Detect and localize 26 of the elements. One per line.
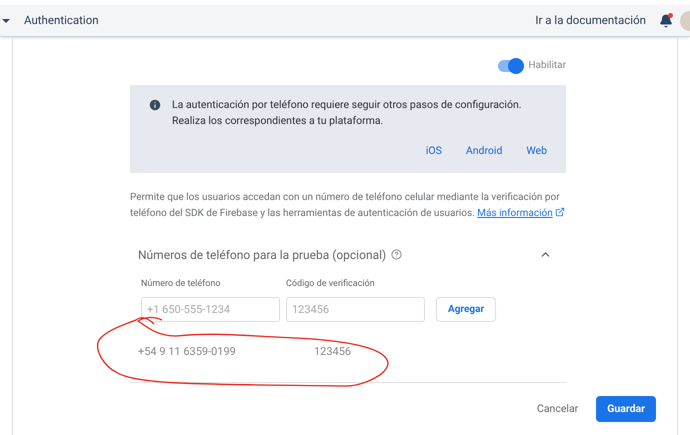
help-icon: [391, 249, 402, 260]
external-link-icon: [554, 206, 565, 217]
platform-link[interactable]: iOS: [426, 143, 442, 159]
bell-icon: [659, 14, 673, 28]
page-title: Authentication: [24, 12, 99, 29]
documentation-link[interactable]: Ir a la documentación: [535, 12, 646, 30]
info-icon: [148, 98, 162, 112]
field-label: Número de teléfono: [141, 278, 222, 291]
description-text: Permite que los usuarios accedan con un número de teléfono celular mediante la verificación por teléfono del SDK de Firebase y las herramientas de autenticación de usuarios. Más información: [130, 190, 566, 222]
platform-link[interactable]: Web: [526, 143, 547, 159]
section-title: Números de teléfono para la prueba (opcional): [138, 246, 386, 264]
phone-input[interactable]: +1 650-555-1234: [141, 297, 280, 322]
field-label: Código de verificación: [286, 278, 376, 291]
cancel-button[interactable]: Cancelar: [536, 401, 578, 418]
more-info-link[interactable]: Más información: [477, 208, 565, 219]
enable-switch[interactable]: [498, 60, 522, 72]
switch-label: Habilitar: [528, 59, 566, 73]
platform-link[interactable]: Android: [466, 143, 502, 159]
info-text: La autenticación por teléfono requiere seguir otros pasos de configuración. Realiza los correspondientes a tu plataforma.: [172, 97, 523, 129]
code-input[interactable]: 123456: [286, 297, 425, 322]
notification-button[interactable]: [658, 12, 674, 30]
caret-icon[interactable]: [2, 18, 10, 24]
phone-number: +54 9 11 6359-0199: [138, 344, 237, 360]
save-button[interactable]: Guardar: [596, 396, 656, 422]
verification-code: 123456: [314, 344, 352, 360]
add-button[interactable]: Agregar: [436, 297, 496, 322]
